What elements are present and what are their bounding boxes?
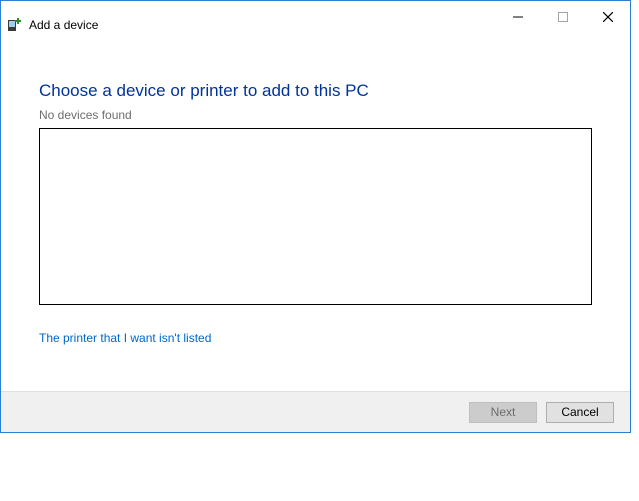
printer-not-listed-link[interactable]: The printer that I want isn't listed <box>39 331 592 345</box>
add-device-wizard-window: Add a device Choose a device or printer … <box>0 0 631 433</box>
page-heading: Choose a device or printer to add to thi… <box>39 81 592 101</box>
device-add-icon <box>7 17 23 33</box>
wizard-content: Choose a device or printer to add to thi… <box>1 33 630 391</box>
window-title: Add a device <box>29 18 98 32</box>
next-button: Next <box>469 402 537 423</box>
device-list[interactable] <box>39 128 592 305</box>
status-text: No devices found <box>39 108 592 122</box>
window-header: Add a device <box>1 17 630 33</box>
wizard-footer: Next Cancel <box>1 391 630 432</box>
maximize-button <box>540 3 585 31</box>
cancel-button[interactable]: Cancel <box>546 402 614 423</box>
maximize-icon <box>558 12 568 22</box>
